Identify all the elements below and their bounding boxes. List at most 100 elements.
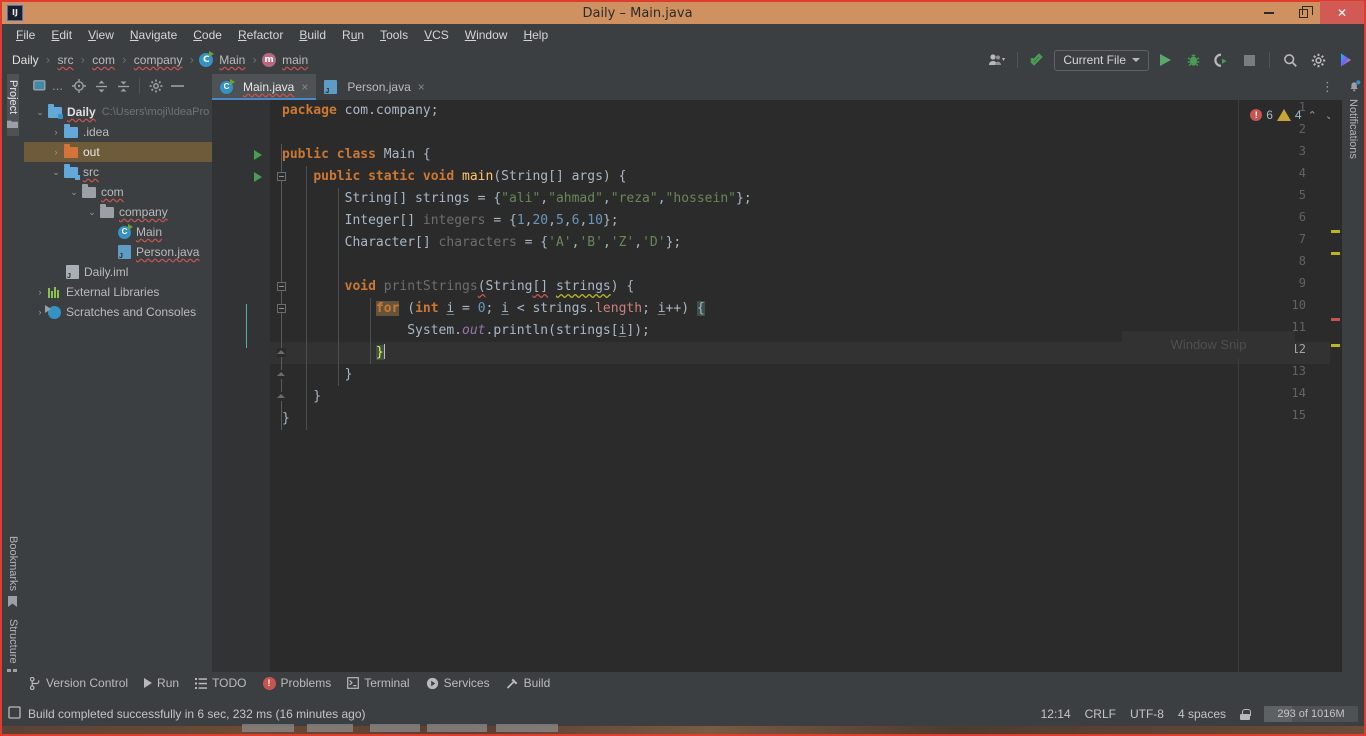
run-gutter-icon[interactable] — [254, 150, 262, 160]
breadcrumb-item-main-class[interactable]: Main — [217, 53, 247, 67]
status-message-area[interactable]: Build completed successfully in 6 sec, 2… — [8, 706, 366, 722]
toolwindow-terminal[interactable]: Terminal — [347, 676, 410, 690]
run-with-coverage-button[interactable] — [1209, 49, 1233, 71]
tab-overflow-menu[interactable]: ⋮ — [1321, 74, 1342, 100]
tree-node-out[interactable]: › out — [24, 142, 212, 162]
toolwindow-build[interactable]: Build — [506, 676, 550, 690]
sidebar-item-notifications[interactable]: Notifications — [1347, 93, 1359, 165]
tree-node-src[interactable]: ⌄ src — [24, 162, 212, 182]
inspections-widget[interactable]: ! 6 4 ⌃ ⌄ — [1250, 104, 1336, 126]
toolwindow-todo[interactable]: TODO — [195, 676, 247, 690]
menu-run[interactable]: Run — [334, 26, 372, 44]
taskbar-item[interactable] — [242, 724, 294, 732]
close-button[interactable]: ✕ — [1320, 1, 1364, 25]
warning-stripe-marker[interactable] — [1331, 252, 1340, 255]
tree-node-company[interactable]: ⌄ company — [24, 202, 212, 222]
tab-person-java[interactable]: Person.java × — [316, 74, 432, 100]
breadcrumb-item-src[interactable]: src — [55, 53, 75, 67]
editor-gutter[interactable] — [212, 100, 270, 686]
run-configuration-selector[interactable]: Current File — [1054, 49, 1149, 71]
menu-tools[interactable]: Tools — [372, 26, 416, 44]
tab-main-java[interactable]: C Main.java × — [212, 74, 317, 100]
indent-setting[interactable]: 4 spaces — [1178, 707, 1226, 721]
taskbar-item[interactable] — [370, 724, 420, 732]
run-gutter-icon[interactable] — [254, 172, 262, 182]
menu-edit[interactable]: Edit — [43, 26, 80, 44]
tree-node-external-libraries[interactable]: › External Libraries — [24, 282, 212, 302]
collapse-all-icon[interactable] — [113, 76, 133, 96]
read-write-lock-icon[interactable] — [1240, 708, 1251, 720]
taskbar-item[interactable] — [496, 724, 558, 732]
ide-assistant-icon[interactable] — [1334, 49, 1358, 71]
toolwindow-run[interactable]: Run — [144, 676, 179, 690]
tree-node-scratches-and-consoles[interactable]: › Scratches and Consoles — [24, 302, 212, 322]
toolwindow-problems[interactable]: ! Problems — [262, 676, 331, 690]
close-icon[interactable]: × — [418, 80, 425, 94]
project-tree[interactable]: ⌄ Daily C:\Users\moji\IdeaPro › .idea › … — [24, 98, 212, 686]
windows-taskbar[interactable] — [2, 724, 1364, 736]
menu-code[interactable]: Code — [185, 26, 230, 44]
chevron-down-icon[interactable]: ⌄ — [32, 107, 48, 118]
hide-panel-icon[interactable] — [168, 76, 188, 96]
chevron-down-icon[interactable]: ⌄ — [48, 167, 64, 178]
breadcrumb-item-com[interactable]: com — [90, 53, 117, 67]
tree-node-daily-iml[interactable]: Daily.iml — [24, 262, 212, 282]
tree-node-main[interactable]: C Main — [24, 222, 212, 242]
tree-node-label: com — [101, 185, 124, 199]
panel-settings-icon[interactable] — [146, 76, 166, 96]
tree-node-idea[interactable]: › .idea — [24, 122, 212, 142]
toolwindow-services[interactable]: Services — [426, 676, 490, 690]
error-stripe-marker[interactable] — [1331, 318, 1340, 321]
menu-vcs[interactable]: VCS — [416, 26, 457, 44]
maximize-restore-button[interactable] — [1286, 1, 1320, 25]
breadcrumb-item-project[interactable]: Daily — [10, 53, 41, 67]
chevron-right-icon[interactable]: › — [32, 287, 48, 297]
stop-button[interactable] — [1237, 49, 1261, 71]
toolwindow-version-control[interactable]: Version Control — [30, 676, 128, 690]
breadcrumb-item-main-method[interactable]: main — [280, 53, 310, 67]
scroll-from-source-icon[interactable] — [69, 76, 89, 96]
bell-icon[interactable] — [1348, 78, 1360, 92]
settings-gear-icon[interactable] — [1306, 49, 1330, 71]
warning-stripe-marker[interactable] — [1331, 344, 1340, 347]
chevron-down-icon[interactable]: ⌄ — [84, 207, 100, 218]
tree-node-person-java[interactable]: Person.java — [24, 242, 212, 262]
menu-window[interactable]: Window — [457, 26, 516, 44]
error-stripe-scrollbar[interactable] — [1330, 100, 1342, 686]
run-button[interactable] — [1153, 49, 1177, 71]
user-avatar-icon[interactable] — [985, 49, 1009, 71]
close-icon[interactable]: × — [301, 80, 308, 94]
search-everywhere-icon[interactable] — [1278, 49, 1302, 71]
update-project-icon[interactable] — [1026, 49, 1050, 71]
menu-help[interactable]: Help — [515, 26, 556, 44]
menu-build[interactable]: Build — [291, 26, 334, 44]
menu-view[interactable]: View — [80, 26, 122, 44]
sidebar-item-project[interactable]: Project — [7, 74, 19, 137]
warning-stripe-marker[interactable] — [1331, 230, 1340, 233]
code-editor[interactable]: 1 2 3 4 5 6 7 8 9 10 11 12 13 14 15 pack… — [212, 100, 1342, 686]
menu-file[interactable]: File — [8, 26, 43, 44]
event-log-icon[interactable] — [8, 706, 21, 722]
breadcrumb-item-company[interactable]: company — [132, 53, 185, 67]
sidebar-item-bookmarks[interactable]: Bookmarks — [7, 530, 19, 613]
tree-node-label: out — [83, 145, 100, 159]
line-separator[interactable]: CRLF — [1085, 707, 1116, 721]
project-view-selector[interactable] — [30, 76, 50, 96]
tree-node-com[interactable]: ⌄ com — [24, 182, 212, 202]
tree-node-daily[interactable]: ⌄ Daily C:\Users\moji\IdeaPro — [24, 102, 212, 122]
debug-button[interactable] — [1181, 49, 1205, 71]
taskbar-item[interactable] — [307, 724, 353, 732]
chevron-down-icon[interactable]: ⌄ — [66, 187, 82, 198]
chevron-right-icon[interactable]: › — [48, 127, 64, 137]
taskbar-item[interactable] — [427, 724, 487, 732]
chevron-right-icon[interactable]: › — [48, 147, 64, 157]
menu-navigate[interactable]: Navigate — [122, 26, 185, 44]
file-encoding[interactable]: UTF-8 — [1130, 707, 1164, 721]
memory-indicator[interactable]: 293 of 1016M — [1264, 706, 1358, 722]
code-content[interactable]: package com.company; public class Main {… — [270, 100, 1342, 430]
caret-position[interactable]: 12:14 — [1041, 707, 1071, 721]
previous-problem-icon[interactable]: ⌃ — [1306, 109, 1319, 122]
minimize-button[interactable] — [1252, 1, 1286, 25]
menu-refactor[interactable]: Refactor — [230, 26, 291, 44]
expand-all-icon[interactable] — [91, 76, 111, 96]
